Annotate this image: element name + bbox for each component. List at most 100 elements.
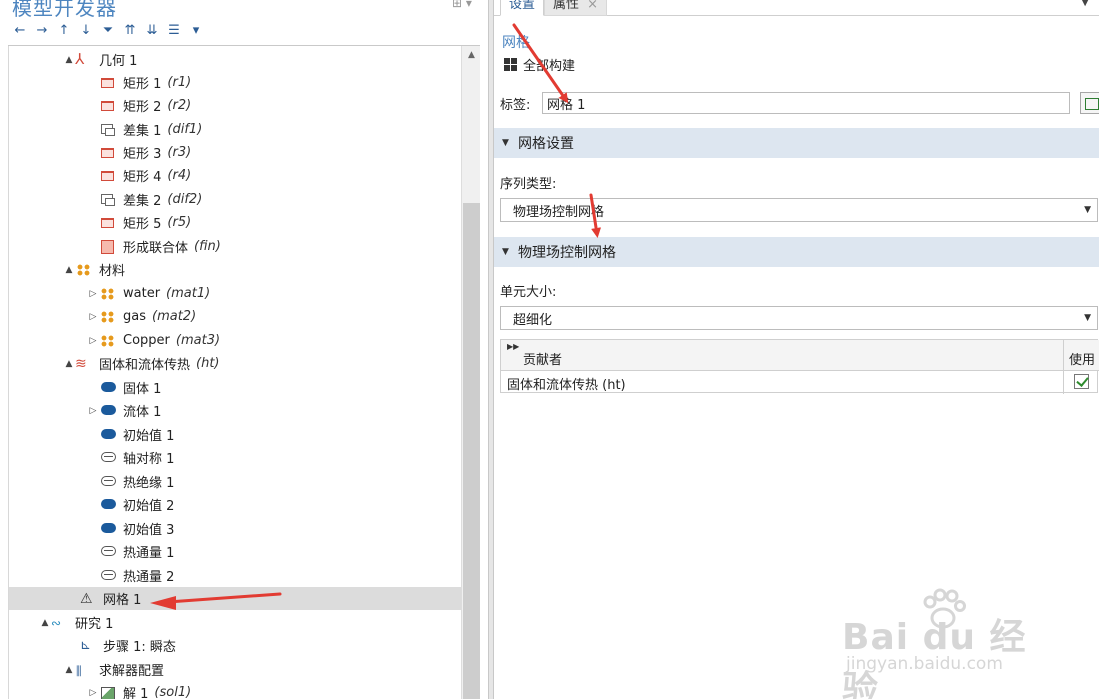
- tree-node-rectangle-1[interactable]: 矩形 1 (r1): [9, 71, 461, 94]
- tree-node-materials[interactable]: ▲ 材料: [9, 258, 461, 281]
- expand-toggle-icon[interactable]: ▷: [87, 289, 99, 299]
- reset-label-button[interactable]: [1080, 92, 1099, 114]
- back-arrow-icon[interactable]: ←: [12, 23, 28, 38]
- form-union-icon: [99, 239, 117, 255]
- expand-toggle-icon[interactable]: ▲: [63, 55, 75, 65]
- tree-node-form-union[interactable]: 形成联合体 (fin): [9, 235, 461, 258]
- element-size-select[interactable]: 超细化 ▼: [500, 306, 1098, 330]
- tree-node-initial-values-2[interactable]: 初始值 2: [9, 493, 461, 516]
- tree-node-fluid-1[interactable]: ▷ 流体 1: [9, 399, 461, 422]
- tree-node-study-1[interactable]: ▲ ∾ 研究 1: [9, 611, 461, 634]
- build-all-button[interactable]: 全部构建: [504, 55, 575, 74]
- collapse-arrow-icon[interactable]: ▼: [502, 138, 518, 148]
- column-header-contributor[interactable]: 贡献者: [523, 349, 562, 368]
- expand-toggle-icon[interactable]: ▷: [87, 336, 99, 346]
- heat-flux-icon: [99, 544, 117, 560]
- tree-node-material-copper[interactable]: ▷ Copper (mat3): [9, 329, 461, 352]
- tree-node-material-gas[interactable]: ▷ gas (mat2): [9, 305, 461, 328]
- column-header-use[interactable]: 使用: [1069, 349, 1095, 368]
- dropdown-arrow-icon: ▼: [1084, 205, 1091, 215]
- tree-node-solution-1[interactable]: ▷ 解 1 (sol1): [9, 681, 461, 699]
- tree-node-heat-flux-1[interactable]: 热通量 1: [9, 540, 461, 563]
- sequence-type-select[interactable]: 物理场控制网格 ▼: [500, 198, 1098, 222]
- expand-toggle-icon[interactable]: ▲: [63, 265, 75, 275]
- label-input[interactable]: [542, 92, 1070, 114]
- forward-arrow-icon[interactable]: →: [34, 23, 50, 38]
- section-physics-controlled-mesh[interactable]: ▼ 物理场控制网格: [494, 237, 1099, 267]
- element-size-caption: 单元大小:: [500, 285, 557, 300]
- tab-settings[interactable]: 设置: [500, 0, 545, 16]
- heat-flux-icon: [99, 568, 117, 584]
- close-icon[interactable]: ×: [587, 0, 598, 12]
- rectangle-icon: [99, 168, 117, 184]
- expand-toggle-icon[interactable]: ▷: [87, 688, 99, 698]
- tree-node-rectangle-2[interactable]: 矩形 2 (r2): [9, 94, 461, 117]
- tree-node-rectangle-4[interactable]: 矩形 4 (r4): [9, 164, 461, 187]
- tree-node-axial-symmetry-1[interactable]: 轴对称 1: [9, 446, 461, 469]
- panel-pin-icon[interactable]: ⊞ ▾: [452, 0, 472, 10]
- expand-toggle-icon[interactable]: ▲: [63, 359, 75, 369]
- sequence-type-caption: 序列类型:: [500, 177, 557, 192]
- tree-node-rectangle-3[interactable]: 矩形 3 (r3): [9, 141, 461, 164]
- expand-columns-icon[interactable]: ▶▶: [507, 342, 519, 351]
- watermark-url: jingyan.baidu.com: [846, 654, 1003, 674]
- tree-node-initial-values-1[interactable]: 初始值 1: [9, 423, 461, 446]
- tree-node-mesh-1[interactable]: ⚠ 网格 1: [9, 587, 461, 610]
- axial-symmetry-icon: [99, 450, 117, 466]
- expand-toggle-icon[interactable]: ▷: [87, 312, 99, 322]
- tree-node-thermal-insulation-1[interactable]: 热绝缘 1: [9, 470, 461, 493]
- tree-node-initial-values-3[interactable]: 初始值 3: [9, 517, 461, 540]
- tree-node-solver-config[interactable]: ▲ ⫼ 求解器配置: [9, 658, 461, 681]
- rectangle-icon: [99, 215, 117, 231]
- model-builder-title: 模型开发器: [12, 0, 117, 20]
- rectangle-icon: [99, 75, 117, 91]
- materials-icon: [75, 262, 93, 278]
- expand-toggle-icon[interactable]: ▲: [39, 618, 51, 628]
- initial-values-icon: [99, 427, 117, 443]
- tree-scrollbar[interactable]: ▲: [461, 46, 480, 699]
- solver-config-icon: ⫼: [76, 663, 82, 678]
- mesh-icon: ⚠: [80, 590, 93, 607]
- node-title: 网格: [502, 35, 530, 51]
- material-icon: [99, 333, 117, 349]
- tree-node-material-water[interactable]: ▷ water (mat1): [9, 282, 461, 305]
- use-checkbox[interactable]: [1074, 374, 1089, 389]
- material-icon: [99, 309, 117, 325]
- tree-node-heat-transfer[interactable]: ▲ ≋ 固体和流体传热 (ht): [9, 352, 461, 375]
- tree-node-difference-2[interactable]: 差集 2 (dif2): [9, 188, 461, 211]
- difference-icon: [99, 122, 117, 138]
- model-tree: ▲ ⅄ 几何 1 矩形 1 (r1) 矩形 2 (r2) 差集 1 (dif1): [8, 46, 461, 699]
- table-row[interactable]: 固体和流体传热 (ht): [501, 371, 1099, 393]
- tree-node-step-1[interactable]: ⊾ 步骤 1: 瞬态: [9, 634, 461, 657]
- move-up-icon[interactable]: ↑: [56, 23, 72, 38]
- expand-toggle-icon[interactable]: ▲: [63, 665, 75, 675]
- settings-tabbar: 设置 属性 × ▼: [494, 0, 1099, 16]
- scroll-up-icon[interactable]: ▲: [462, 46, 481, 64]
- tree-node-heat-flux-2[interactable]: 热通量 2: [9, 564, 461, 587]
- filter-icon[interactable]: ⏷: [100, 23, 116, 38]
- collapse-arrow-icon[interactable]: ▼: [502, 247, 518, 257]
- tree-node-solid-1[interactable]: 固体 1: [9, 376, 461, 399]
- solid-domain-icon: [99, 380, 117, 396]
- tree-node-geometry[interactable]: ▲ ⅄ 几何 1: [9, 48, 461, 71]
- collapse-all-icon[interactable]: ⇊: [144, 23, 160, 38]
- tab-properties[interactable]: 属性 ×: [544, 0, 608, 16]
- tree-node-rectangle-5[interactable]: 矩形 5 (r5): [9, 211, 461, 234]
- solution-icon: [99, 685, 117, 699]
- section-mesh-settings[interactable]: ▼ 网格设置: [494, 128, 1099, 158]
- dropdown-arrow-icon: ▼: [1084, 313, 1091, 323]
- chevron-down-icon[interactable]: ▼: [1081, 0, 1089, 8]
- move-down-icon[interactable]: ↓: [78, 23, 94, 38]
- toolbar-dropdown-icon[interactable]: ▾: [188, 23, 204, 38]
- expand-all-icon[interactable]: ⇈: [122, 23, 138, 38]
- tree-node-difference-1[interactable]: 差集 1 (dif1): [9, 118, 461, 141]
- list-view-icon[interactable]: ☰: [166, 23, 182, 38]
- expand-toggle-icon[interactable]: ▷: [87, 406, 99, 416]
- scrollbar-thumb[interactable]: [463, 203, 480, 699]
- rectangle-icon: [99, 145, 117, 161]
- material-icon: [99, 286, 117, 302]
- heat-transfer-icon: ≋: [75, 355, 87, 372]
- build-all-icon: [504, 58, 517, 71]
- contributors-table: ▶▶ 贡献者 使用 固体和流体传热 (ht): [500, 339, 1099, 394]
- label-caption: 标签:: [500, 97, 531, 113]
